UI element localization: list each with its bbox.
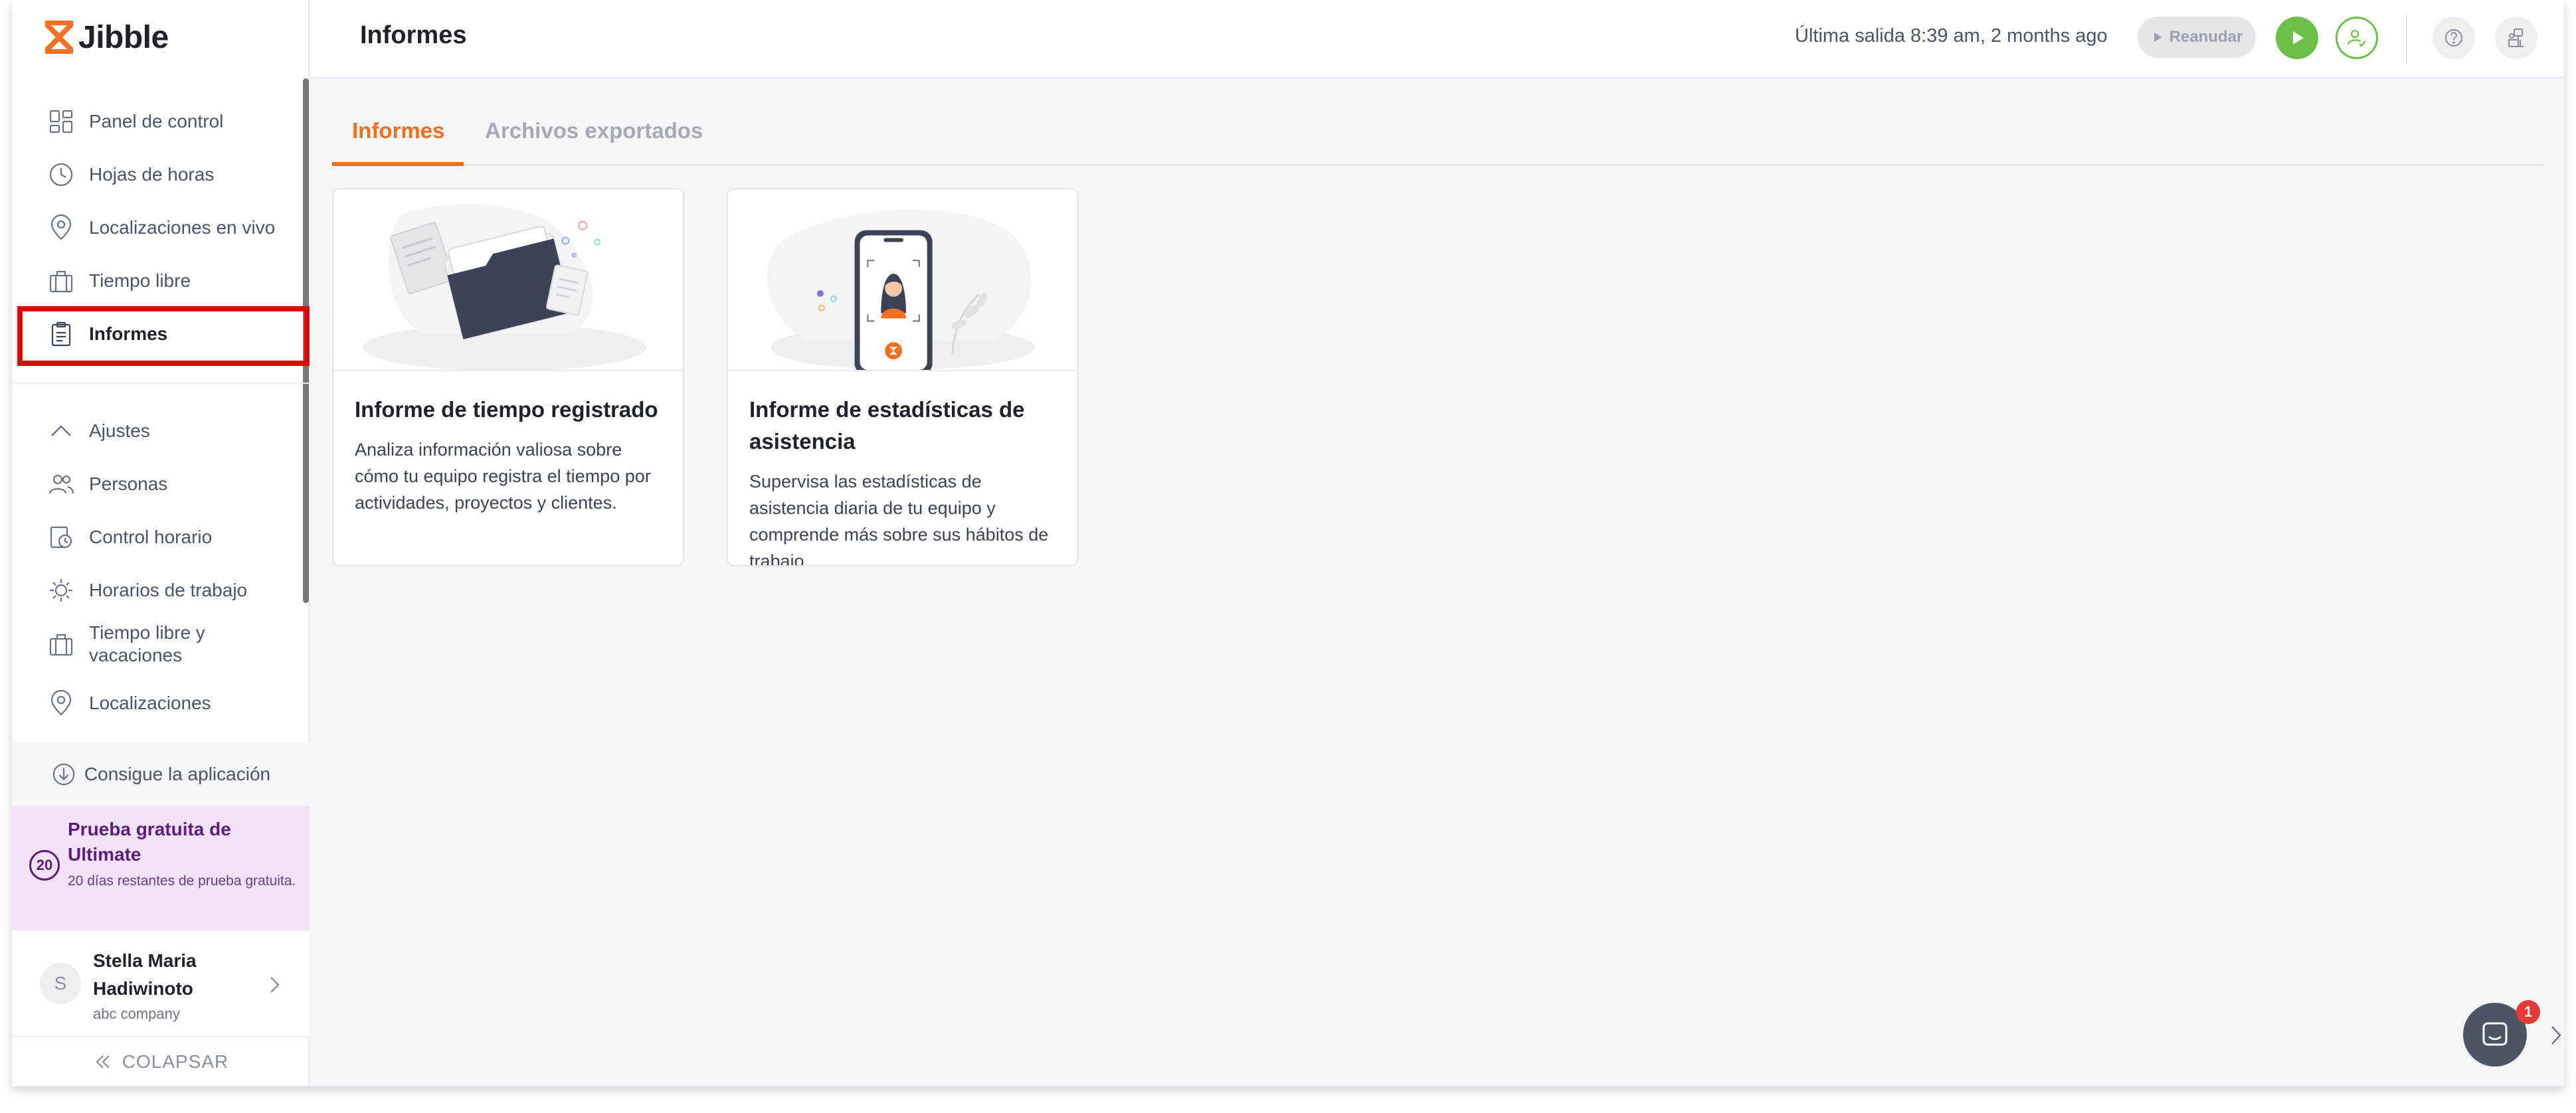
- chevron-right-icon: [270, 977, 280, 993]
- sidebar-item-timesheets[interactable]: Hojas de horas: [36, 153, 302, 197]
- organization-button[interactable]: [2495, 17, 2537, 59]
- sidebar-item-work-schedules[interactable]: Horarios de trabajo: [36, 568, 302, 612]
- help-button[interactable]: [2433, 17, 2475, 59]
- download-icon: [52, 763, 75, 786]
- sidebar-settings-toggle[interactable]: Ajustes: [36, 409, 302, 453]
- logo-text: Jibble: [78, 19, 169, 55]
- card-description: Analiza información valiosa sobre cómo t…: [355, 440, 651, 513]
- trial-subtitle: 20 días restantes de prueba gratuita.: [68, 873, 296, 889]
- sidebar-item-label: Personas: [89, 473, 168, 494]
- user-company: abc company: [93, 1005, 180, 1022]
- top-header: Informes Última salida 8:39 am, 2 months…: [310, 0, 2564, 78]
- card-description: Supervisa las estadísticas de asistencia…: [749, 471, 1049, 566]
- double-chevron-left-icon: [96, 1055, 110, 1069]
- collapse-label: COLAPSAR: [122, 1051, 229, 1072]
- card-title: Informe de tiempo registrado: [355, 397, 658, 422]
- chevron-up-icon: [51, 425, 71, 436]
- people-icon: [48, 474, 74, 494]
- resume-button[interactable]: Reanudar: [2138, 17, 2256, 58]
- get-app-label: Consigue la aplicación: [84, 764, 271, 784]
- play-icon: [2154, 33, 2162, 42]
- trial-title: Prueba gratuita de Ultimate: [68, 819, 231, 865]
- user-name: Stella Maria Hadiwinoto: [93, 950, 197, 999]
- tab-reports[interactable]: Informes: [332, 118, 464, 166]
- resume-label: Reanudar: [2169, 28, 2243, 46]
- sidebar-item-label: Tiempo libre y vacaciones: [89, 622, 205, 665]
- app-window: Jibble Panel de control Hojas de horas L…: [12, 0, 2564, 1086]
- work-schedule-icon: [50, 579, 72, 602]
- sidebar-item-live-locations[interactable]: Localizaciones en vivo: [36, 206, 302, 250]
- collapse-button[interactable]: COLAPSAR: [12, 1037, 310, 1086]
- chat-icon: [2482, 1022, 2508, 1046]
- organization-icon: [2508, 29, 2524, 47]
- sidebar-item-time-off[interactable]: Tiempo libre: [36, 259, 302, 303]
- sidebar-item-label: Control horario: [89, 527, 213, 547]
- sidebar-item-label: Hojas de horas: [89, 164, 215, 185]
- briefcase-icon: [49, 634, 73, 656]
- report-card-time-tracked[interactable]: Informe de tiempo registrado Analiza inf…: [332, 188, 684, 566]
- user-check-icon: [2347, 29, 2366, 47]
- sidebar-item-label: Localizaciones: [89, 693, 211, 713]
- chevron-right-icon[interactable]: [2548, 1023, 2564, 1048]
- sidebar-item-label: Informes: [89, 323, 168, 344]
- folder-illustration: [333, 189, 683, 371]
- clock-in-button[interactable]: [2276, 17, 2318, 59]
- briefcase-icon: [49, 270, 73, 293]
- phone-illustration: [728, 189, 1077, 375]
- sidebar-item-people[interactable]: Personas: [36, 462, 302, 506]
- play-icon: [2293, 31, 2304, 44]
- jibble-hourglass-icon: [45, 21, 73, 54]
- sidebar-item-time-tracking[interactable]: Control horario: [36, 515, 302, 559]
- location-pin-icon: [50, 690, 72, 716]
- tab-exported-files[interactable]: Archivos exportados: [485, 118, 703, 166]
- sidebar: Jibble Panel de control Hojas de horas L…: [12, 0, 310, 1086]
- settings-label: Ajustes: [89, 420, 150, 441]
- sidebar-scrollbar[interactable]: [303, 78, 309, 603]
- clock-icon: [49, 163, 73, 187]
- avatar: S: [40, 963, 81, 1004]
- location-pin-icon: [50, 214, 72, 240]
- jibble-logo[interactable]: Jibble: [43, 17, 169, 57]
- get-app-button[interactable]: Consigue la aplicación: [12, 742, 310, 806]
- page-title: Informes: [360, 21, 467, 49]
- sidebar-item-label: Panel de control: [89, 111, 224, 131]
- card-title: Informe de estadísticas de asistencia: [749, 397, 1025, 454]
- help-icon: [2445, 29, 2462, 46]
- report-tabs: Informes Archivos exportados: [332, 98, 2544, 166]
- sidebar-item-reports[interactable]: Informes: [36, 312, 302, 356]
- time-tracking-icon: [50, 526, 72, 549]
- last-clock-out-status: Última salida 8:39 am, 2 months ago: [1795, 25, 2108, 46]
- dashboard-icon: [49, 110, 73, 133]
- report-card-attendance[interactable]: Informe de estadísticas de asistencia Su…: [727, 188, 1079, 566]
- chat-notification-badge: 1: [2516, 1000, 2540, 1024]
- clipboard-icon: [51, 321, 71, 347]
- trial-days-badge: 20: [29, 850, 60, 881]
- clock-in-member-button[interactable]: [2336, 17, 2378, 59]
- sidebar-item-time-off-holidays[interactable]: Tiempo libre y vacaciones: [36, 618, 302, 671]
- sidebar-item-label: Horarios de trabajo: [89, 580, 248, 600]
- sidebar-item-locations[interactable]: Localizaciones: [36, 681, 302, 725]
- sidebar-item-dashboard[interactable]: Panel de control: [36, 100, 302, 143]
- user-profile[interactable]: S Stella Maria Hadiwinoto abc company: [12, 930, 310, 1037]
- header-divider: [2406, 13, 2407, 64]
- sidebar-item-label: Tiempo libre: [89, 270, 191, 291]
- trial-banner[interactable]: 20 Prueba gratuita de Ultimate 20 días r…: [12, 806, 310, 930]
- sidebar-item-label: Localizaciones en vivo: [89, 217, 276, 238]
- sidebar-divider: [12, 383, 310, 384]
